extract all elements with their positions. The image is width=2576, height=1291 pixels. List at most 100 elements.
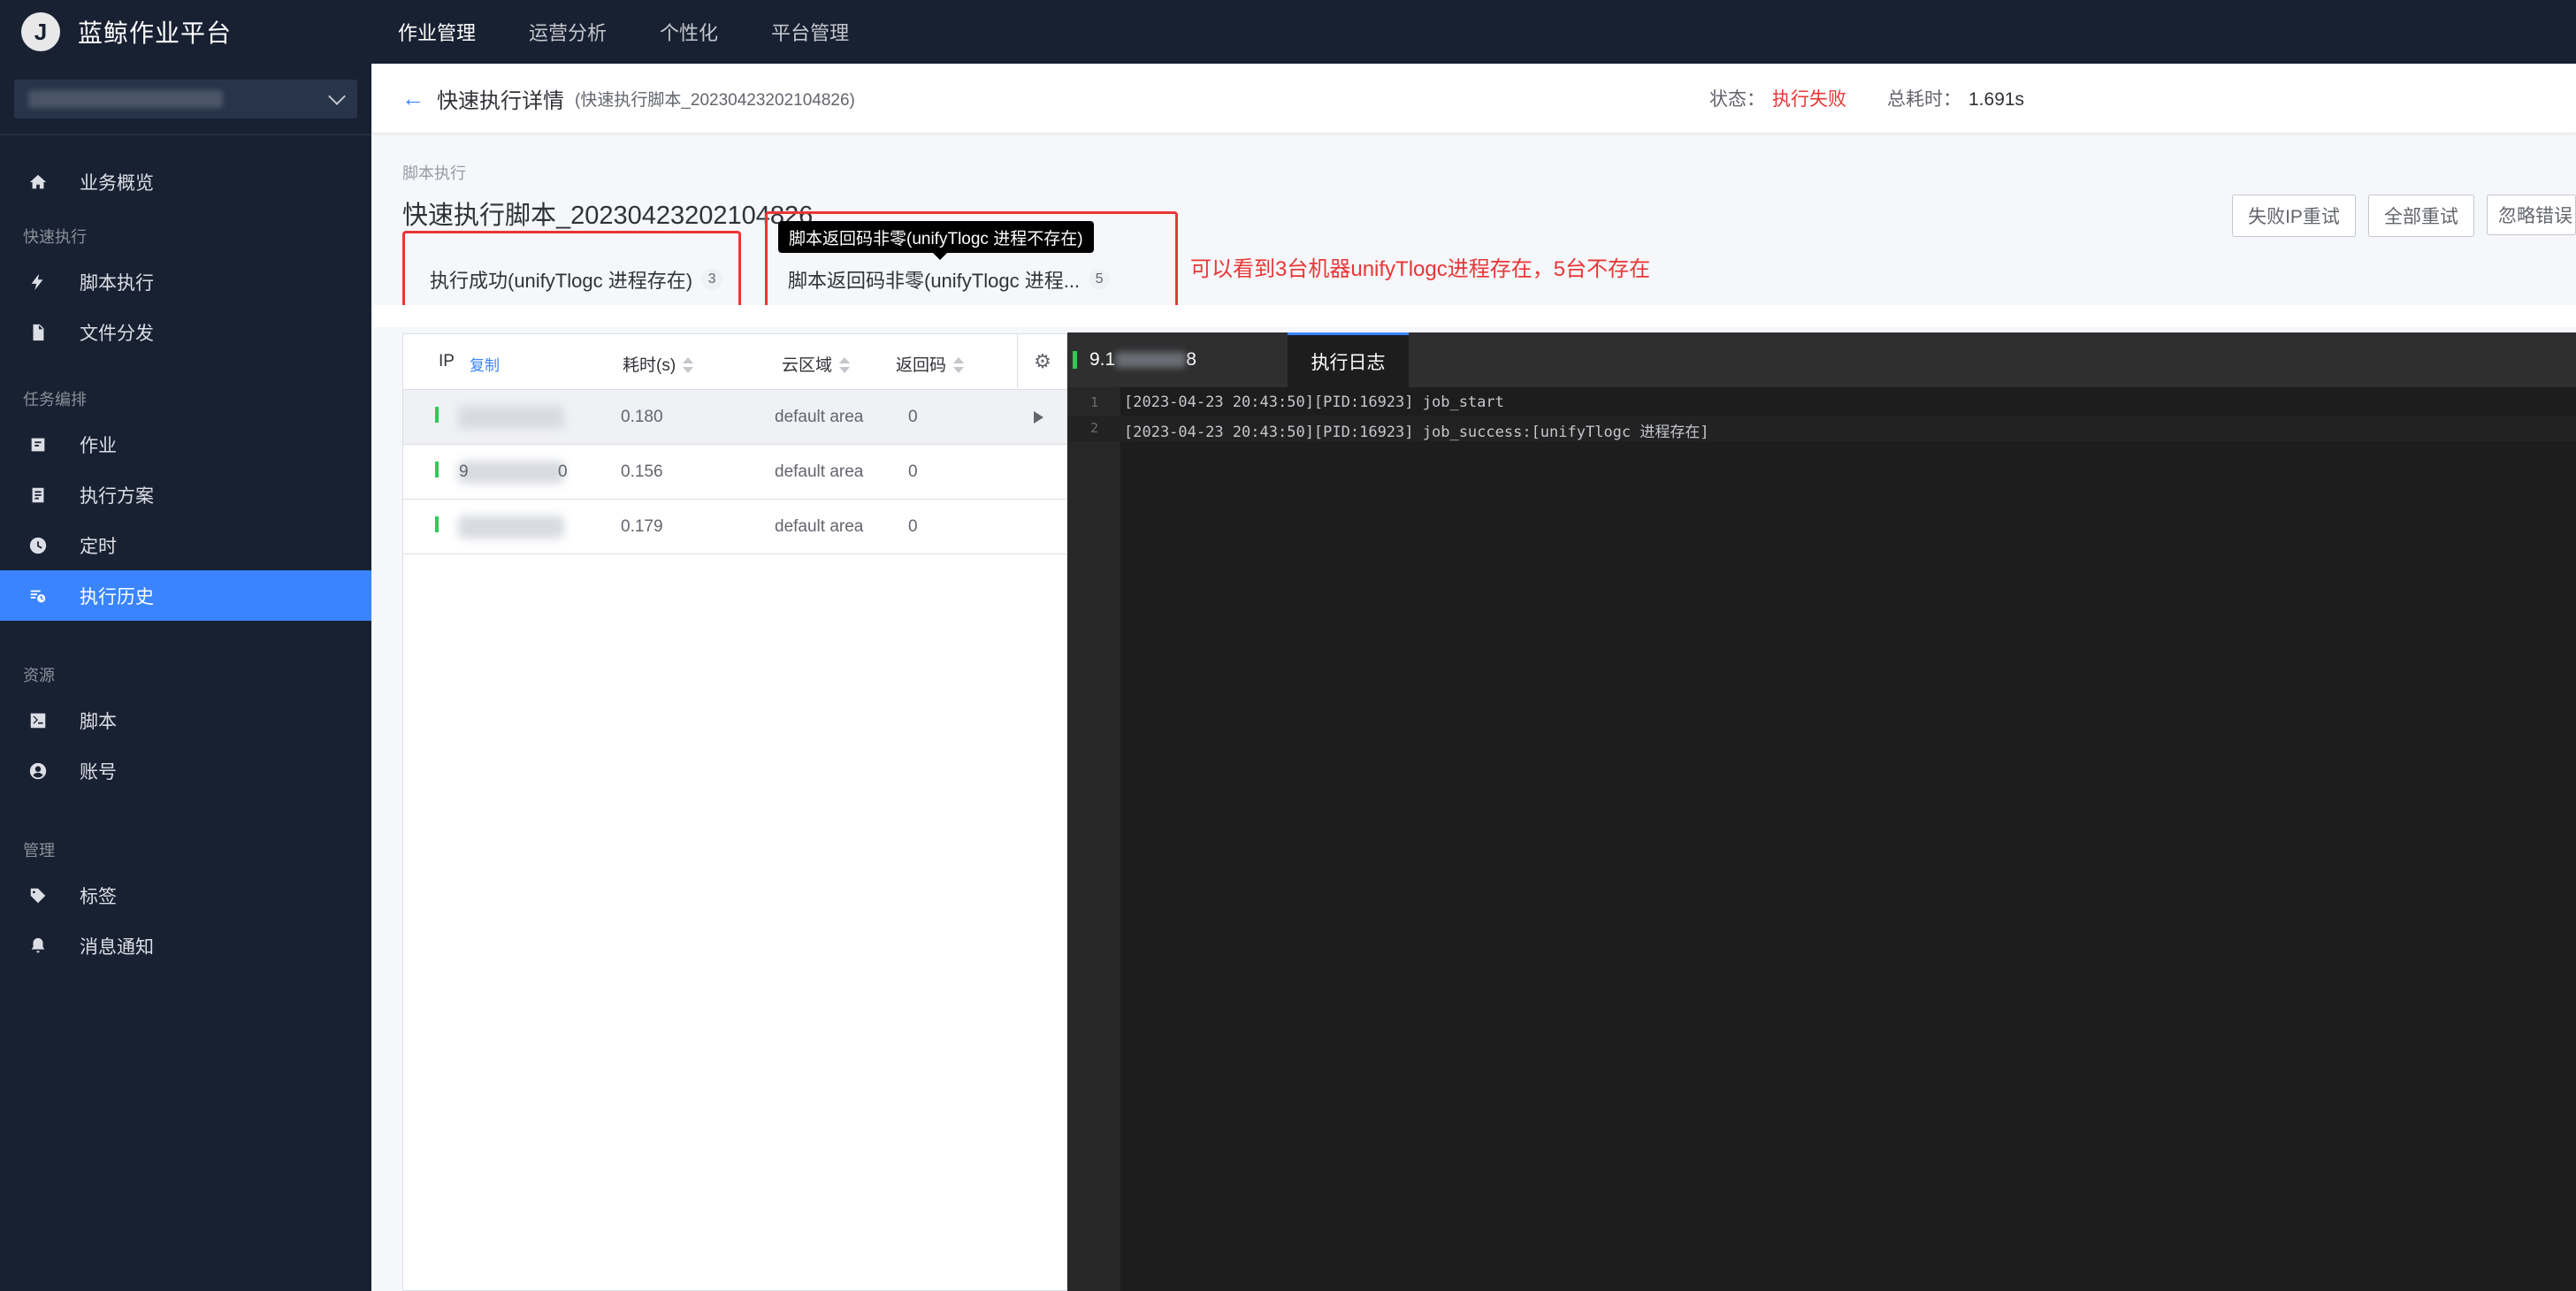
tab-execution-log[interactable]: 执行日志 <box>1288 332 1409 387</box>
sidebar-item-script-exec[interactable]: 脚本执行 <box>0 256 371 307</box>
time-column-header[interactable]: 耗时(s) <box>623 352 694 376</box>
cloud-cell: default area <box>775 408 864 426</box>
log-host-tab[interactable]: 9.1 8 <box>1067 332 1288 387</box>
sidebar-item-tag[interactable]: 标签 <box>0 870 371 921</box>
sidebar-item-label: 定时 <box>80 536 117 557</box>
table-row[interactable]: 0.180 default area 0 <box>403 390 1066 445</box>
code-cell: 0 <box>908 517 918 536</box>
sidebar-item-label: 脚本执行 <box>80 272 154 294</box>
ip-redacted <box>458 406 564 429</box>
ignore-error-button[interactable]: 忽略错误 <box>2487 195 2576 235</box>
business-name-redacted <box>28 90 223 108</box>
sidebar-item-label: 账号 <box>80 761 117 783</box>
back-arrow-icon[interactable]: ← <box>401 85 424 112</box>
code-column-header[interactable]: 返回码 <box>896 352 965 376</box>
section-divider <box>371 305 2576 327</box>
sidebar-item-job[interactable]: 作业 <box>0 419 371 470</box>
step-type-label: 脚本执行 <box>402 164 466 182</box>
success-indicator <box>1073 351 1077 369</box>
sidebar-item-history[interactable]: 执行历史 <box>0 570 371 621</box>
table-row[interactable]: 9 0 0.156 default area 0 <box>403 445 1066 500</box>
nav-personalization[interactable]: 个性化 <box>660 18 718 46</box>
top-nav: 作业管理 运营分析 个性化 平台管理 <box>398 18 902 46</box>
file-icon <box>28 323 48 342</box>
log-tabs: 9.1 8 执行日志 <box>1067 332 2576 387</box>
ip-redacted <box>458 516 564 539</box>
duration-value: 1.691s <box>1968 89 2025 110</box>
sidebar-item-label: 执行历史 <box>80 586 154 607</box>
sidebar-item-cron[interactable]: 定时 <box>0 520 371 570</box>
cloud-cell: default area <box>775 517 864 536</box>
sidebar-item-label: 作业 <box>80 435 117 456</box>
ip-suffix: 0 <box>558 462 568 481</box>
sidebar-item-label: 脚本 <box>80 711 117 732</box>
copy-ip-link[interactable]: 复制 <box>470 353 500 375</box>
ip-table-header: IP 复制 耗时(s) 云区域 返回码 ⚙ <box>403 334 1066 390</box>
annotation-box-success <box>402 231 741 309</box>
line-number-gutter <box>1067 387 1120 1291</box>
page-subtitle: (快速执行脚本_20230423202104826) <box>575 90 855 110</box>
nav-platform-management[interactable]: 平台管理 <box>771 18 849 46</box>
table-row[interactable]: 0.179 default area 0 <box>403 500 1066 554</box>
bell-icon <box>28 936 48 956</box>
top-navbar: J 蓝鲸作业平台 作业管理 运营分析 个性化 平台管理 <box>0 0 2576 64</box>
host-suffix: 8 <box>1186 349 1196 370</box>
code-cell: 0 <box>908 408 918 426</box>
sidebar-item-notify[interactable]: 消息通知 <box>0 921 371 971</box>
clock-icon <box>28 536 48 555</box>
play-arrow-icon <box>1034 411 1043 424</box>
gear-icon[interactable]: ⚙ <box>1017 334 1067 388</box>
task-name: 快速执行脚本_20230423202104826 <box>402 202 814 230</box>
success-indicator <box>435 516 439 532</box>
host-redacted <box>1115 352 1187 369</box>
job-icon <box>28 435 48 455</box>
retry-all-button[interactable]: 全部重试 <box>2368 195 2474 237</box>
time-cell: 0.156 <box>621 462 663 481</box>
app-title[interactable]: 蓝鲸作业平台 <box>78 14 232 50</box>
log-line: 1 [2023-04-23 20:43:50][PID:16923] job_s… <box>1067 390 2576 416</box>
nav-ops-analysis[interactable]: 运营分析 <box>529 18 607 46</box>
status-value: 执行失败 <box>1772 89 1846 110</box>
host-prefix: 9.1 <box>1089 349 1116 370</box>
nav-job-management[interactable]: 作业管理 <box>398 18 476 46</box>
sidebar-item-label: 执行方案 <box>80 485 154 507</box>
success-indicator <box>435 462 439 477</box>
ip-list-panel: IP 复制 耗时(s) 云区域 返回码 ⚙ 0.180 default area… <box>402 333 1067 1291</box>
line-number: 1 <box>1090 394 1099 410</box>
status-label: 状态： <box>1709 89 1765 110</box>
sidebar-item-label: 标签 <box>80 886 117 907</box>
sidebar-item-label: 消息通知 <box>80 936 154 958</box>
sidebar-group-title: 资源 <box>23 667 55 684</box>
log-text: [2023-04-23 20:43:50][PID:16923] job_suc… <box>1124 424 1709 441</box>
status-info: 状态： 执行失败 <box>1709 85 1846 111</box>
group-tooltip: 脚本返回码非零(unifyTlogc 进程不存在) <box>778 221 1094 260</box>
success-indicator <box>435 407 439 423</box>
sidebar-item-account[interactable]: 账号 <box>0 745 371 796</box>
code-header-label: 返回码 <box>896 356 947 375</box>
page-title: 快速执行详情 <box>437 88 564 113</box>
sidebar-item-label: 文件分发 <box>80 323 154 344</box>
log-line: 2 [2023-04-23 20:43:50][PID:16923] job_s… <box>1067 416 2576 441</box>
sidebar: 业务概览 快速执行 脚本执行 文件分发 任务编排 作业 执行方案 定时 执行历史… <box>0 64 371 1291</box>
app-logo[interactable]: J <box>21 12 60 51</box>
sidebar-item-file-dist[interactable]: 文件分发 <box>0 307 371 357</box>
ip-column-header: IP <box>439 352 455 370</box>
cloud-column-header[interactable]: 云区域 <box>782 352 851 376</box>
sidebar-item-overview[interactable]: 业务概览 <box>0 157 371 207</box>
log-panel: 9.1 8 执行日志 1 [2023-04-23 20:43:50][PID:16… <box>1067 332 2576 1291</box>
sidebar-item-plan[interactable]: 执行方案 <box>0 470 371 520</box>
business-selector[interactable] <box>14 80 357 118</box>
sidebar-group-title: 管理 <box>23 842 55 859</box>
sidebar-group-title: 快速执行 <box>23 228 87 246</box>
home-icon <box>28 172 48 192</box>
duration-info: 总耗时： 1.691s <box>1887 85 2024 111</box>
cloud-cell: default area <box>775 462 864 481</box>
line-number: 2 <box>1090 420 1099 436</box>
log-host-ip: 9.1 8 <box>1089 349 1196 370</box>
retry-failed-ip-button[interactable]: 失败IP重试 <box>2232 195 2356 237</box>
sidebar-item-script[interactable]: 脚本 <box>0 695 371 745</box>
ip-redacted <box>458 461 564 484</box>
cloud-header-label: 云区域 <box>782 356 833 375</box>
code-cell: 0 <box>908 462 918 481</box>
history-icon <box>28 586 48 606</box>
